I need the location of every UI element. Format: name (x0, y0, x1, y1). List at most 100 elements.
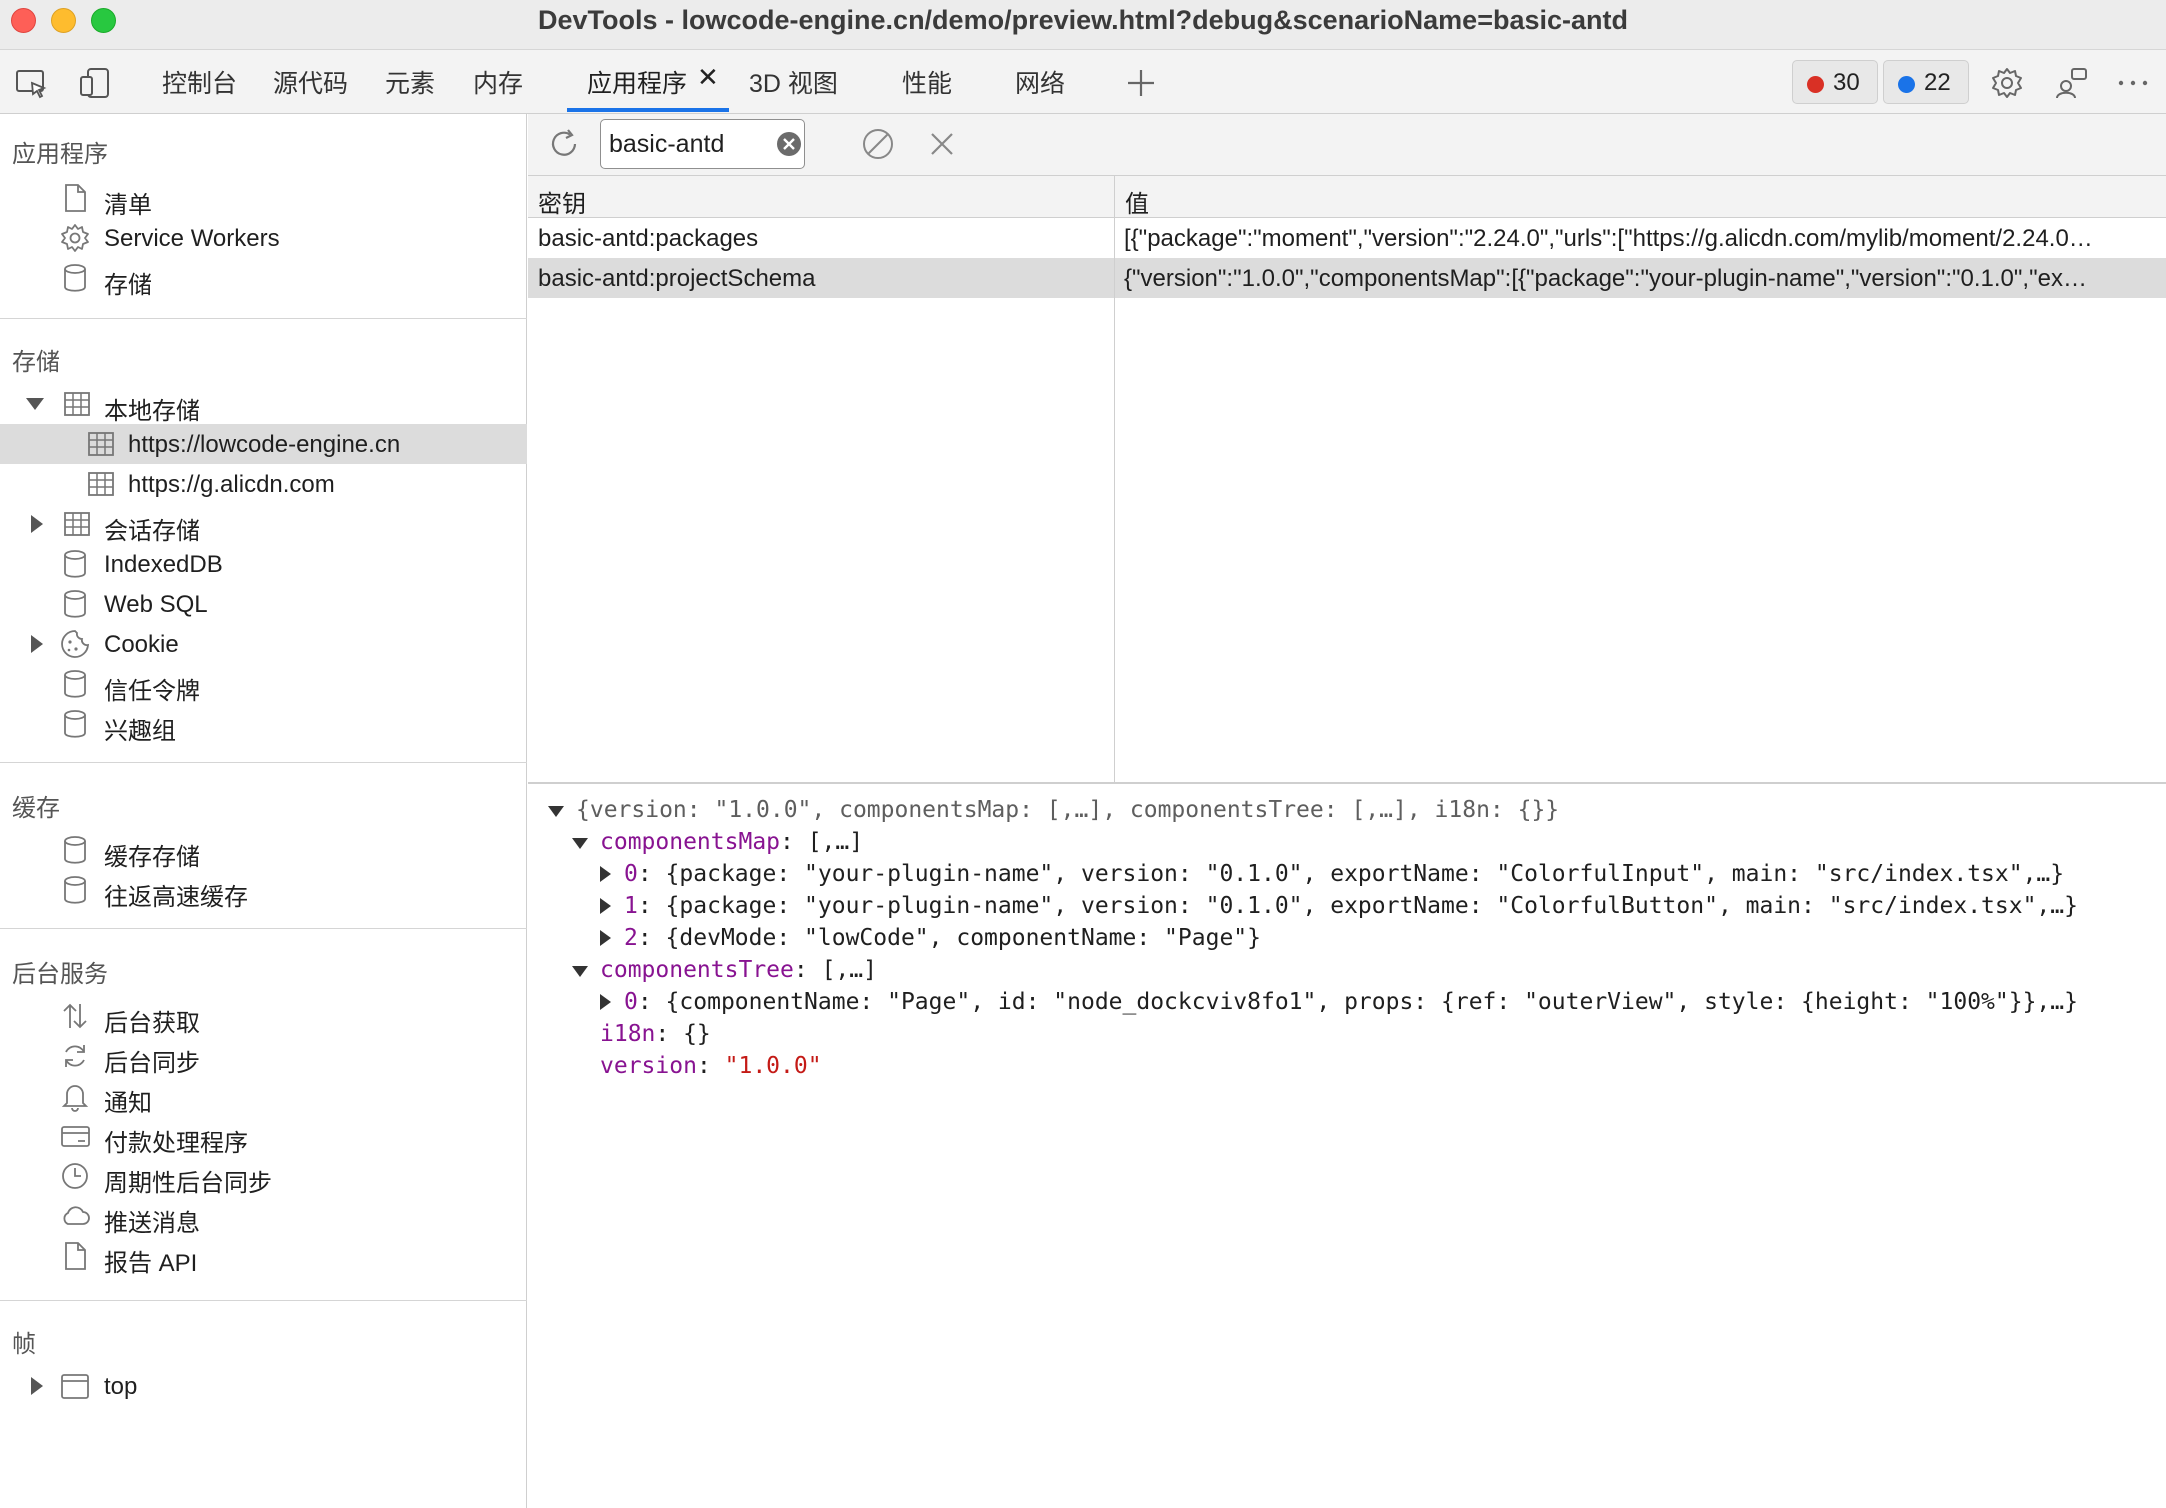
tab-application[interactable]: 应用程序 (587, 64, 687, 100)
section-title-application: 应用程序 (12, 141, 108, 168)
sidebar-item-storage-overview[interactable]: 存储 (0, 258, 527, 299)
preview-componentsmap-line: componentsMap: [,…] (600, 826, 863, 858)
gear-icon[interactable] (1990, 66, 2024, 100)
delete-selected-icon[interactable] (924, 126, 960, 162)
sidebar-item-label: 存储 (104, 272, 152, 299)
sidebar-item-background-fetch[interactable]: 后台获取 (0, 996, 527, 1037)
tab-3d-view[interactable]: 3D 视图 (749, 64, 838, 100)
sidebar-item-label: 后台同步 (104, 1050, 200, 1077)
sidebar-item-label: 推送消息 (104, 1210, 200, 1237)
sidebar-item-cache-storage[interactable]: 缓存存储 (0, 830, 527, 871)
sidebar-item-reporting-api[interactable]: 报告 API (0, 1236, 527, 1277)
table-row[interactable]: basic-antd:packages [{"package":"moment"… (528, 218, 2166, 258)
errors-count: 30 (1833, 69, 1860, 96)
storage-toolbar (528, 114, 2166, 176)
sidebar-item-frame-top[interactable]: top (0, 1366, 527, 1406)
expand-arrow-icon[interactable] (31, 1377, 43, 1395)
credit-card-icon (61, 1126, 90, 1147)
database-icon (64, 264, 86, 292)
expand-arrow-icon[interactable] (600, 994, 611, 1010)
table-row-selected[interactable]: basic-antd:projectSchema {"version":"1.0… (528, 258, 2166, 298)
tab-performance[interactable]: 性能 (902, 64, 952, 100)
sidebar-item-websql[interactable]: Web SQL (0, 584, 527, 624)
application-sidebar: 应用程序 清单 Service Workers 存储 存储 本地存储 https… (0, 114, 527, 1508)
sidebar-item-manifest[interactable]: 清单 (0, 178, 527, 219)
database-icon (64, 876, 86, 904)
sidebar-item-periodic-sync[interactable]: 周期性后台同步 (0, 1156, 527, 1197)
sidebar-item-label: Cookie (104, 631, 179, 658)
expand-arrow-icon[interactable] (26, 398, 44, 410)
preview-i18n-line: i18n: {} (600, 1018, 711, 1050)
table-icon (64, 512, 90, 536)
devtools-tabbar: 控制台 源代码 元素 内存 应用程序 ✕ 3D 视图 性能 网络 30 22 (0, 50, 2166, 114)
more-options-icon[interactable] (2116, 66, 2150, 100)
sidebar-item-local-storage[interactable]: 本地存储 (0, 384, 527, 425)
sidebar-item-interest-groups[interactable]: 兴趣组 (0, 704, 527, 745)
sidebar-item-indexeddb[interactable]: IndexedDB (0, 544, 527, 584)
expand-arrow-icon[interactable] (31, 515, 43, 533)
messages-badge[interactable]: 22 (1883, 60, 1969, 104)
sidebar-item-origin-lowcode[interactable]: https://lowcode-engine.cn (0, 424, 527, 464)
value-preview-pane: {version: "1.0.0", componentsMap: [,…], … (528, 786, 2166, 1508)
expand-arrow-icon[interactable] (600, 898, 611, 914)
sidebar-item-trust-tokens[interactable]: 信任令牌 (0, 664, 527, 705)
bell-icon (61, 1085, 89, 1112)
refresh-icon[interactable] (546, 126, 582, 162)
expand-arrow-icon[interactable] (600, 930, 611, 946)
sidebar-item-notifications[interactable]: 通知 (0, 1076, 527, 1117)
column-header-key[interactable]: 密钥 (528, 176, 1114, 218)
table-icon (88, 432, 114, 456)
property-summary: : {package: "your-plugin-name", version:… (637, 893, 2078, 919)
column-header-value[interactable]: 值 (1115, 176, 2166, 218)
collapse-arrow-icon[interactable] (548, 806, 564, 817)
sidebar-item-background-sync[interactable]: 后台同步 (0, 1036, 527, 1077)
up-down-arrows-icon (63, 1003, 87, 1029)
expand-arrow-icon[interactable] (600, 866, 611, 882)
sidebar-item-label: Web SQL (104, 591, 208, 618)
tab-memory[interactable]: 内存 (473, 64, 523, 100)
property-key: version (600, 1053, 697, 1079)
feedback-icon[interactable] (2054, 66, 2088, 100)
column-divider[interactable] (1114, 176, 1115, 782)
sidebar-item-label: 付款处理程序 (104, 1130, 248, 1157)
device-toolbar-icon[interactable] (78, 66, 112, 100)
property-summary: : {devMode: "lowCode", componentName: "P… (637, 925, 1261, 951)
collapse-arrow-icon[interactable] (572, 966, 588, 977)
preview-version-line: version: "1.0.0" (600, 1050, 822, 1082)
close-tab-icon[interactable]: ✕ (697, 62, 719, 93)
cell-value: [{"package":"moment","version":"2.24.0",… (1124, 225, 2093, 252)
add-tab-icon[interactable] (1124, 66, 1158, 100)
expand-arrow-icon[interactable] (31, 635, 43, 653)
cloud-icon (63, 1206, 90, 1225)
tab-sources[interactable]: 源代码 (273, 64, 348, 100)
clear-filter-icon[interactable] (775, 130, 803, 158)
tab-network[interactable]: 网络 (1015, 64, 1065, 100)
sidebar-item-push-messaging[interactable]: 推送消息 (0, 1196, 527, 1237)
inspect-element-icon[interactable] (14, 66, 48, 100)
sidebar-item-payment-handler[interactable]: 付款处理程序 (0, 1116, 527, 1157)
cell-key: basic-antd:packages (538, 225, 759, 252)
database-icon (64, 550, 86, 578)
error-icon (1807, 76, 1824, 93)
property-index: 1 (624, 893, 638, 919)
sidebar-item-label: IndexedDB (104, 551, 223, 578)
filter-input[interactable] (609, 128, 769, 160)
tab-elements[interactable]: 元素 (385, 64, 435, 100)
clear-all-icon[interactable] (860, 126, 896, 162)
sidebar-item-bfcache[interactable]: 往返高速缓存 (0, 870, 527, 911)
database-icon (64, 590, 86, 618)
sidebar-item-service-workers[interactable]: Service Workers (0, 218, 527, 258)
sidebar-item-session-storage[interactable]: 会话存储 (0, 504, 527, 545)
sidebar-item-cookie[interactable]: Cookie (0, 624, 527, 664)
preview-map-item: 2: {devMode: "lowCode", componentName: "… (624, 922, 1261, 954)
filter-field[interactable] (600, 119, 805, 169)
sidebar-item-origin-alicdn[interactable]: https://g.alicdn.com (0, 464, 527, 504)
table-icon (64, 392, 90, 416)
sidebar-item-label: 清单 (104, 192, 152, 219)
sidebar-item-label: Service Workers (104, 225, 280, 252)
property-summary: : [,…] (780, 829, 864, 855)
collapse-arrow-icon[interactable] (572, 838, 588, 849)
tab-console[interactable]: 控制台 (162, 64, 237, 100)
errors-badge[interactable]: 30 (1792, 60, 1878, 104)
table-icon (88, 472, 114, 496)
